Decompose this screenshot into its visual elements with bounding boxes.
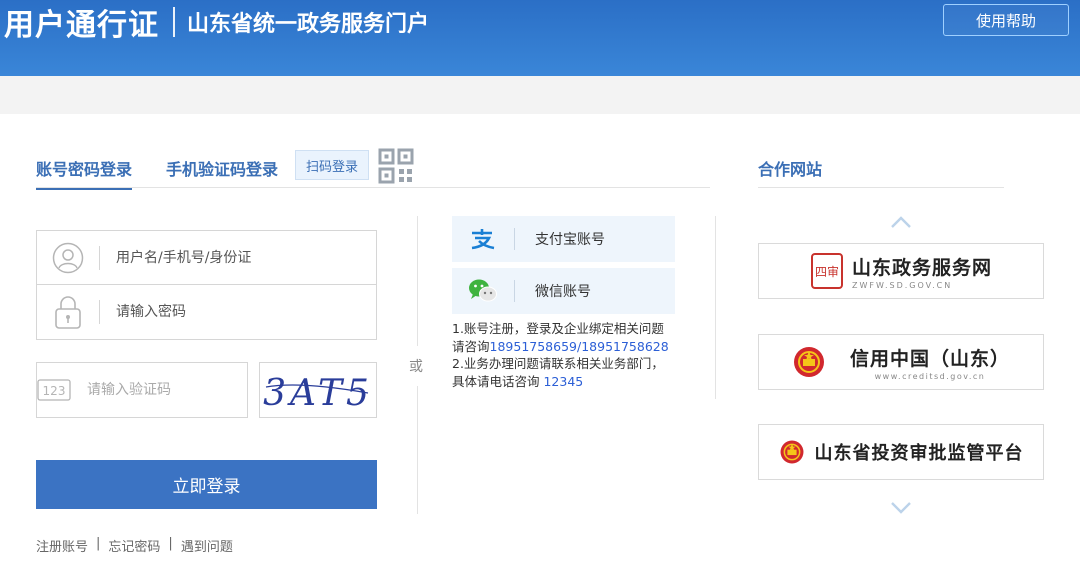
partner-text: 信用中国（山东） www.creditsd.gov.cn [850,344,1010,381]
sd-seal-logo: 四审 [810,252,844,290]
national-emblem-icon [779,439,805,465]
or-divider-top [417,216,418,346]
lock-icon [37,285,99,339]
problem-link[interactable]: 遇到问题 [181,536,233,555]
partner-name: 信用中国（山东） [849,347,1010,370]
alipay-icon [452,228,514,250]
partner-name: 山东省投资审批监管平台 [814,443,1024,464]
brand-subtitle: 山东省统一政务服务门户 [187,12,430,37]
partners-divider [715,216,716,399]
partners-title: 合作网站 [758,160,823,179]
link-separator: | [96,536,101,551]
partner-url: www.creditsd.gov.cn [874,371,986,381]
partner-sd-gov-service[interactable]: 四审 山东政务服务网 ZWFW.SD.GOV.CN [758,243,1044,299]
header-band [0,76,1080,114]
top-header: 用户通行证 山东省统一政务服务门户 使用帮助 [0,0,1080,76]
captcha-field: 123 [36,362,261,418]
note-prefix: 具体请电话咨询 [452,373,544,389]
captcha-icon-text: 123 [43,384,66,398]
note-line-1: 1.账号注册，登录及企业绑定相关问题 [452,321,664,336]
username-input[interactable] [100,231,376,284]
national-emblem-icon [792,345,826,379]
forgot-password-link[interactable]: 忘记密码 [108,536,160,555]
note-line-3: 2.业务办理问题请联系相关业务部门， [452,356,664,371]
brand-title: 用户通行证 [4,8,159,43]
alipay-label: 支付宝账号 [535,232,605,248]
note-line-4: 具体请电话咨询 12345 [452,373,692,391]
partner-name: 山东政务服务网 [851,256,992,279]
help-button[interactable]: 使用帮助 [943,4,1069,36]
tab-account-login[interactable]: 账号密码登录 [36,156,133,190]
chevron-down-icon[interactable] [890,501,912,515]
register-link[interactable]: 注册账号 [36,536,88,555]
partner-text: 山东政务服务网 ZWFW.SD.GOV.CN [852,253,992,290]
wechat-label: 微信账号 [535,284,591,300]
note-prefix: 请咨询 [452,338,490,354]
wechat-icon [452,278,514,304]
tab-sms-login[interactable]: 手机验证码登录 [166,156,278,180]
password-field [36,284,377,340]
username-field [36,230,377,285]
alipay-login-button[interactable]: 支付宝账号 [452,216,675,262]
hotline-phone: 12345 [543,373,584,389]
captcha-text: 3AT5 [263,373,373,414]
password-input[interactable] [100,285,376,339]
wechat-login-button[interactable]: 微信账号 [452,268,675,314]
qr-code-icon[interactable] [378,148,414,184]
or-label: 或 [409,359,423,375]
partner-investment-platform[interactable]: 山东省投资审批监管平台 [758,424,1044,480]
captcha-input[interactable] [71,363,261,417]
link-separator: | [168,536,173,551]
partners-underline [758,187,1004,188]
login-button[interactable]: 立即登录 [36,460,377,509]
brand: 用户通行证 山东省统一政务服务门户 [4,2,430,43]
partner-url: ZWFW.SD.GOV.CN [851,280,953,290]
captcha-image[interactable]: 3AT5 [259,362,377,418]
partner-credit-china[interactable]: 信用中国（山东） www.creditsd.gov.cn [758,334,1044,390]
captcha-code-icon: 123 [37,363,71,417]
brand-divider [173,7,175,37]
login-links: 注册账号 | 忘记密码 | 遇到问题 [36,536,233,555]
scan-login-chip[interactable]: 扫码登录 [295,150,369,180]
help-notes: 1.账号注册，登录及企业绑定相关问题 请咨询18951758659/189517… [452,320,692,390]
user-icon [37,231,99,284]
support-phone: 18951758659/18951758628 [489,338,669,354]
or-divider-bottom [417,386,418,514]
chevron-up-icon[interactable] [890,215,912,229]
login-tabs: 账号密码登录 手机验证码登录 扫码登录 [36,148,710,190]
note-line-2: 请咨询18951758659/18951758628 [452,338,692,356]
seal-text: 四审 [815,264,839,279]
